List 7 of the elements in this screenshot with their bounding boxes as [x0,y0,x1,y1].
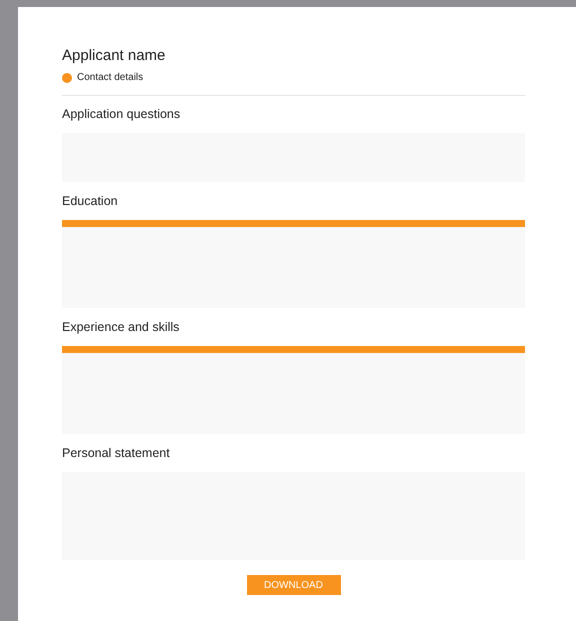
download-button[interactable]: DOWNLOAD [246,575,340,595]
section-title: Application questions [62,106,182,123]
section-title: Personal statement [62,445,171,462]
applicant-name: Applicant name [62,47,166,65]
section-title: Education [62,193,119,210]
section-title: Experience and skills [62,319,180,336]
contact-details-label: Contact details [77,72,144,83]
